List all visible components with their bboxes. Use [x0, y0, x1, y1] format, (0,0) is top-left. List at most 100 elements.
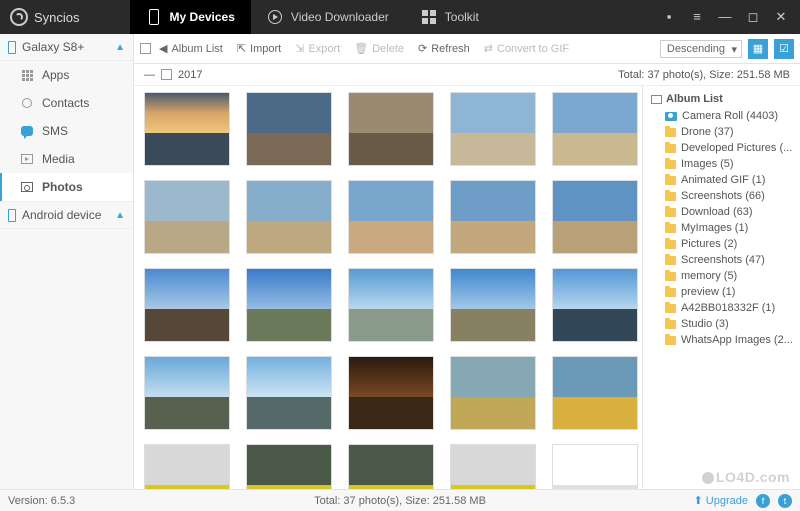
feedback-icon[interactable]: ▪ — [662, 9, 676, 25]
nav-label: Photos — [42, 180, 83, 194]
app-logo: Syncios — [0, 8, 90, 26]
photo-thumbnail[interactable] — [450, 180, 536, 254]
device-android[interactable]: Android device ▲ — [0, 201, 133, 229]
view-date-button[interactable]: ▦ — [748, 39, 768, 59]
share-twitter-icon[interactable]: t — [778, 494, 792, 508]
photo-thumbnail[interactable] — [246, 180, 332, 254]
photo-thumbnail[interactable] — [144, 92, 230, 166]
close-icon[interactable]: ✕ — [774, 9, 788, 25]
album-item[interactable]: WhatsApp Images (2... — [647, 332, 796, 348]
album-label: Developed Pictures (... — [681, 142, 792, 154]
group-total: Total: 37 photo(s), Size: 251.58 MB — [618, 69, 790, 81]
photo-thumbnail[interactable] — [246, 92, 332, 166]
tab-label: Video Downloader — [291, 10, 389, 24]
album-item[interactable]: Screenshots (47) — [647, 252, 796, 268]
folder-icon — [665, 192, 676, 201]
grid-icon — [421, 9, 437, 25]
convert-gif-button[interactable]: ⇄ Convert to GIF — [478, 39, 575, 58]
device-galaxy-s8[interactable]: Galaxy S8+ ▲ — [0, 34, 133, 61]
album-item[interactable]: Screenshots (66) — [647, 188, 796, 204]
group-checkbox[interactable] — [161, 69, 172, 80]
album-item[interactable]: preview (1) — [647, 284, 796, 300]
tab-video-downloader[interactable]: Video Downloader — [251, 0, 405, 34]
photo-thumbnail[interactable] — [450, 356, 536, 430]
album-item[interactable]: Download (63) — [647, 204, 796, 220]
import-button[interactable]: ⇱ Import — [231, 39, 287, 58]
album-item[interactable]: Studio (3) — [647, 316, 796, 332]
phone-icon — [8, 209, 16, 222]
album-item[interactable]: Animated GIF (1) — [647, 172, 796, 188]
album-item[interactable]: Drone (37) — [647, 124, 796, 140]
album-item[interactable]: Pictures (2) — [647, 236, 796, 252]
album-label: A42BB018332F (1) — [681, 302, 775, 314]
photo-thumbnail[interactable] — [552, 444, 638, 489]
photo-thumbnail[interactable] — [348, 180, 434, 254]
trash-icon: 🗑 — [354, 42, 368, 55]
photo-thumbnail[interactable] — [552, 92, 638, 166]
phone-icon — [8, 41, 16, 54]
folder-icon — [665, 208, 676, 217]
tab-toolkit[interactable]: Toolkit — [405, 0, 495, 34]
album-label: WhatsApp Images (2... — [681, 334, 793, 346]
tab-my-devices[interactable]: My Devices — [130, 0, 251, 34]
share-facebook-icon[interactable]: f — [756, 494, 770, 508]
album-label: Animated GIF (1) — [681, 174, 765, 186]
refresh-button[interactable]: ⟳ Refresh — [412, 39, 476, 58]
sidebar-item-apps[interactable]: Apps — [0, 61, 133, 89]
album-item[interactable]: MyImages (1) — [647, 220, 796, 236]
camera-icon — [665, 112, 677, 121]
import-icon: ⇱ — [237, 42, 246, 55]
photo-thumbnail[interactable] — [348, 444, 434, 489]
sidebar-item-photos[interactable]: Photos — [0, 173, 133, 201]
menu-icon[interactable]: ≡ — [690, 9, 704, 25]
upgrade-icon: ⬆ — [694, 494, 703, 507]
sidebar-item-sms[interactable]: SMS — [0, 117, 133, 145]
minimize-icon[interactable]: — — [718, 9, 732, 25]
select-all-checkbox[interactable] — [140, 43, 151, 54]
export-button[interactable]: ⇲ Export — [289, 39, 346, 58]
photo-thumbnail[interactable] — [450, 92, 536, 166]
album-item[interactable]: Camera Roll (4403) — [647, 108, 796, 124]
album-label: MyImages (1) — [681, 222, 748, 234]
photo-thumbnail[interactable] — [348, 92, 434, 166]
album-item[interactable]: Developed Pictures (... — [647, 140, 796, 156]
syncios-logo-icon — [10, 8, 28, 26]
photo-thumbnail[interactable] — [552, 180, 638, 254]
chevron-up-icon: ▲ — [115, 42, 125, 53]
album-label: Screenshots (66) — [681, 190, 765, 202]
photo-thumbnail[interactable] — [348, 356, 434, 430]
album-item[interactable]: A42BB018332F (1) — [647, 300, 796, 316]
photo-thumbnail[interactable] — [552, 268, 638, 342]
upgrade-link[interactable]: ⬆ Upgrade — [694, 494, 748, 507]
photo-thumbnail[interactable] — [450, 268, 536, 342]
photo-thumbnail[interactable] — [144, 356, 230, 430]
nav-label: Apps — [42, 68, 69, 82]
album-list-button[interactable]: ◀ Album List — [153, 39, 229, 58]
folder-icon — [665, 128, 676, 137]
sidebar-item-media[interactable]: Media — [0, 145, 133, 173]
maximize-icon[interactable]: ◻ — [746, 9, 760, 25]
photos-icon — [20, 180, 34, 194]
photo-thumbnail[interactable] — [144, 180, 230, 254]
folder-icon — [665, 240, 676, 249]
photo-thumbnail[interactable] — [144, 268, 230, 342]
photo-thumbnail[interactable] — [246, 268, 332, 342]
photo-thumbnail[interactable] — [348, 268, 434, 342]
album-item[interactable]: Images (5) — [647, 156, 796, 172]
photo-thumbnail[interactable] — [552, 356, 638, 430]
photo-thumbnail[interactable] — [144, 444, 230, 489]
sort-dropdown[interactable]: Descending — [660, 40, 742, 58]
sidebar: Galaxy S8+ ▲ Apps Contacts SMS Media Pho… — [0, 34, 134, 489]
photo-thumbnail[interactable] — [246, 444, 332, 489]
album-label: Images (5) — [681, 158, 734, 170]
main-tabs: My Devices Video Downloader Toolkit — [130, 0, 495, 34]
view-select-button[interactable]: ☑ — [774, 39, 794, 59]
sidebar-item-contacts[interactable]: Contacts — [0, 89, 133, 117]
photo-grid[interactable] — [134, 86, 642, 489]
collapse-toggle[interactable]: — — [144, 69, 155, 81]
album-list-header[interactable]: Album List — [647, 90, 796, 108]
album-item[interactable]: memory (5) — [647, 268, 796, 284]
delete-button[interactable]: 🗑 Delete — [348, 39, 410, 58]
photo-thumbnail[interactable] — [246, 356, 332, 430]
photo-thumbnail[interactable] — [450, 444, 536, 489]
